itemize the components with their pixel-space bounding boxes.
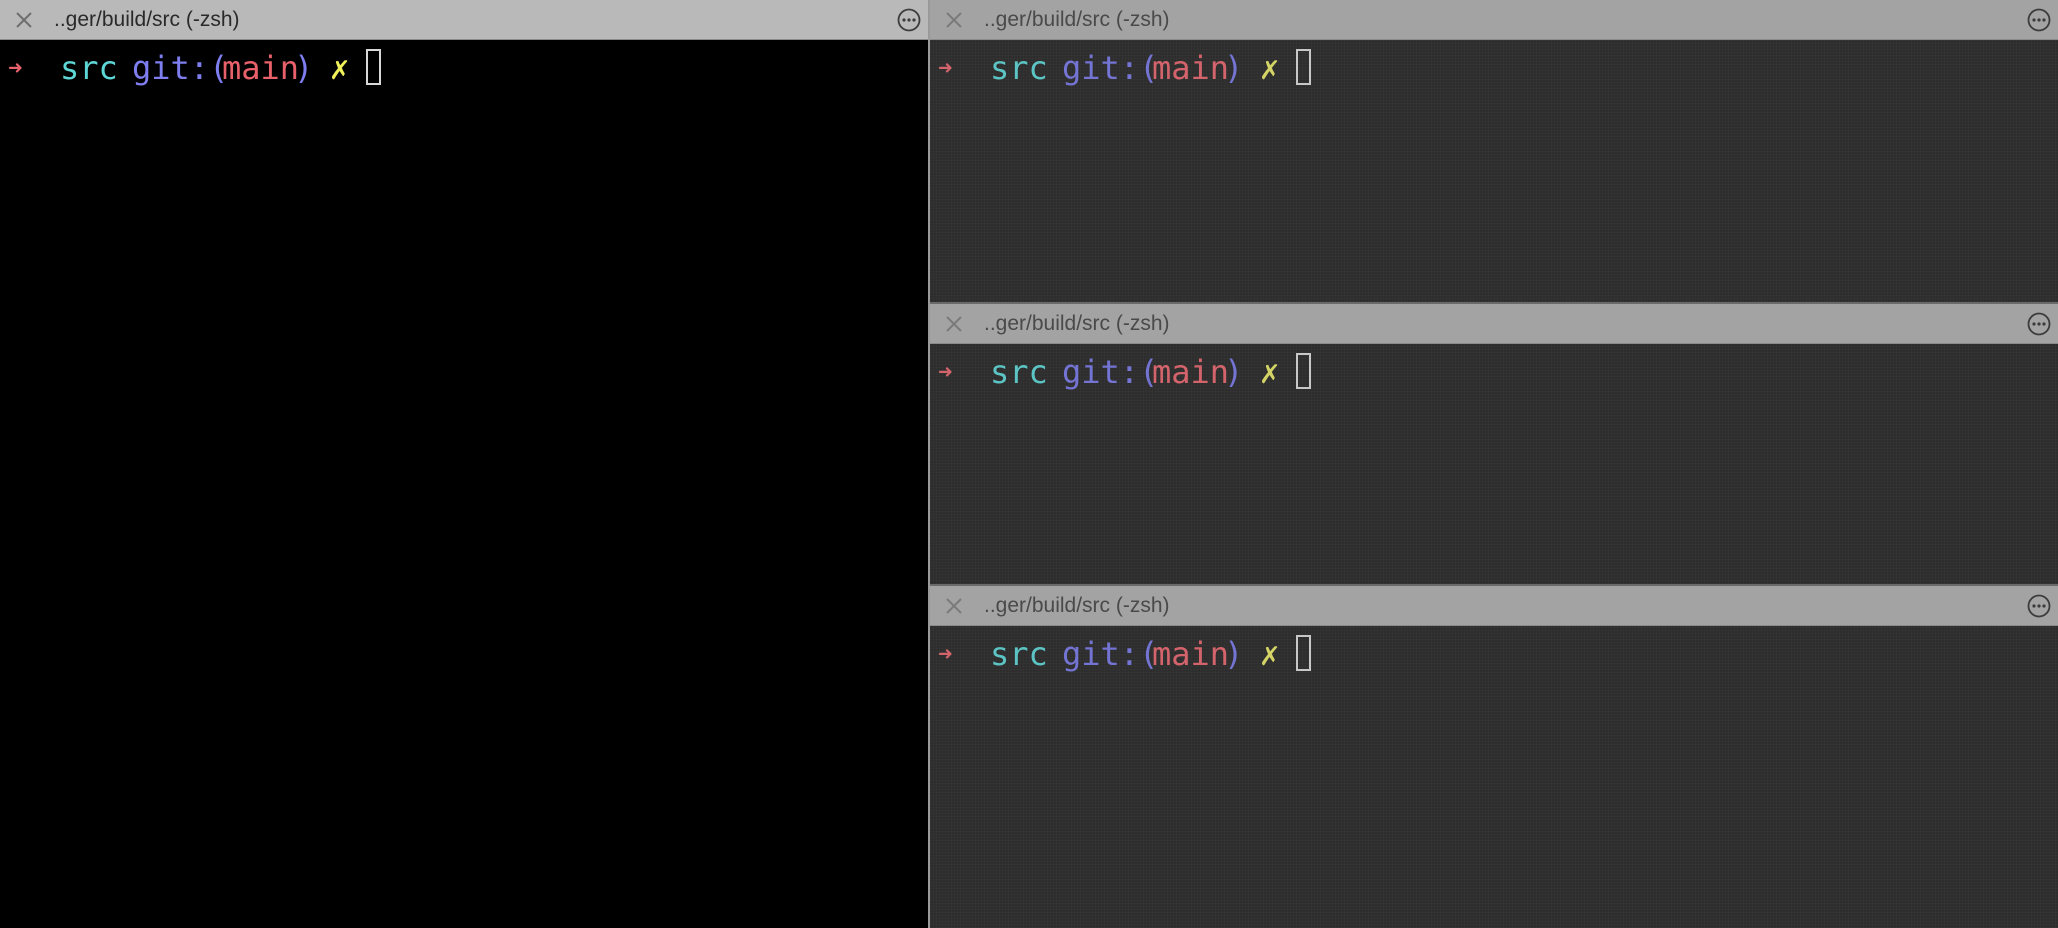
prompt-directory: src bbox=[990, 635, 1048, 673]
terminal-output[interactable]: ➜ src git:( main ) ✗ bbox=[0, 40, 928, 928]
terminal-output[interactable]: ➜ src git:( main ) ✗ bbox=[930, 626, 2058, 928]
close-icon[interactable] bbox=[12, 8, 36, 32]
prompt-arrow: ➜ bbox=[8, 54, 23, 82]
close-icon[interactable] bbox=[942, 312, 966, 336]
prompt-git-suffix: ) bbox=[1224, 353, 1244, 391]
prompt-line: ➜ src git:( main ) ✗ bbox=[930, 350, 1311, 394]
prompt-git-suffix: ) bbox=[294, 49, 314, 87]
pane-title-bar[interactable]: ..ger/build/src (-zsh) bbox=[930, 304, 2058, 344]
prompt-dirty-marker: ✗ bbox=[1260, 353, 1280, 391]
close-icon[interactable] bbox=[942, 594, 966, 618]
terminal-pane-right-middle[interactable]: ..ger/build/src (-zsh) ➜ src git:( main … bbox=[930, 304, 2058, 584]
text-cursor bbox=[1296, 635, 1311, 671]
prompt-git-suffix: ) bbox=[1224, 49, 1244, 87]
prompt-git-prefix: git:( bbox=[1062, 353, 1159, 391]
terminal-output[interactable]: ➜ src git:( main ) ✗ bbox=[930, 40, 2058, 302]
text-cursor bbox=[1296, 49, 1311, 85]
ellipsis-circle-icon[interactable] bbox=[2026, 7, 2052, 33]
prompt-directory: src bbox=[990, 49, 1048, 87]
prompt-git-suffix: ) bbox=[1224, 635, 1244, 673]
pane-title: ..ger/build/src (-zsh) bbox=[984, 594, 1170, 617]
terminal-pane-right-top[interactable]: ..ger/build/src (-zsh) ➜ src git:( main … bbox=[930, 0, 2058, 302]
prompt-branch: main bbox=[1152, 353, 1230, 391]
prompt-line: ➜ src git:( main ) ✗ bbox=[930, 46, 1311, 90]
pane-title: ..ger/build/src (-zsh) bbox=[54, 8, 240, 31]
prompt-line: ➜ src git:( main ) ✗ bbox=[930, 632, 1311, 676]
prompt-arrow: ➜ bbox=[938, 358, 953, 386]
prompt-dirty-marker: ✗ bbox=[1260, 49, 1280, 87]
ellipsis-circle-icon[interactable] bbox=[896, 7, 922, 33]
prompt-branch: main bbox=[1152, 49, 1230, 87]
prompt-branch: main bbox=[1152, 635, 1230, 673]
prompt-arrow: ➜ bbox=[938, 54, 953, 82]
prompt-dirty-marker: ✗ bbox=[1260, 635, 1280, 673]
prompt-arrow: ➜ bbox=[938, 640, 953, 668]
ellipsis-circle-icon[interactable] bbox=[2026, 311, 2052, 337]
prompt-line: ➜ src git:( main ) ✗ bbox=[0, 46, 381, 90]
prompt-directory: src bbox=[60, 49, 118, 87]
close-icon[interactable] bbox=[942, 8, 966, 32]
text-cursor bbox=[366, 49, 381, 85]
pane-title: ..ger/build/src (-zsh) bbox=[984, 312, 1170, 335]
prompt-directory: src bbox=[990, 353, 1048, 391]
pane-title-bar[interactable]: ..ger/build/src (-zsh) bbox=[0, 0, 928, 40]
pane-title-bar[interactable]: ..ger/build/src (-zsh) bbox=[930, 586, 2058, 626]
ellipsis-circle-icon[interactable] bbox=[2026, 593, 2052, 619]
prompt-branch: main bbox=[222, 49, 300, 87]
prompt-dirty-marker: ✗ bbox=[330, 49, 350, 87]
text-cursor bbox=[1296, 353, 1311, 389]
terminal-window: ..ger/build/src (-zsh) ➜ src git:( main … bbox=[0, 0, 2058, 928]
terminal-pane-right-bottom[interactable]: ..ger/build/src (-zsh) ➜ src git:( main … bbox=[930, 586, 2058, 928]
pane-title-bar[interactable]: ..ger/build/src (-zsh) bbox=[930, 0, 2058, 40]
terminal-output[interactable]: ➜ src git:( main ) ✗ bbox=[930, 344, 2058, 584]
prompt-git-prefix: git:( bbox=[1062, 635, 1159, 673]
terminal-pane-left[interactable]: ..ger/build/src (-zsh) ➜ src git:( main … bbox=[0, 0, 928, 928]
prompt-git-prefix: git:( bbox=[132, 49, 229, 87]
pane-title: ..ger/build/src (-zsh) bbox=[984, 8, 1170, 31]
prompt-git-prefix: git:( bbox=[1062, 49, 1159, 87]
